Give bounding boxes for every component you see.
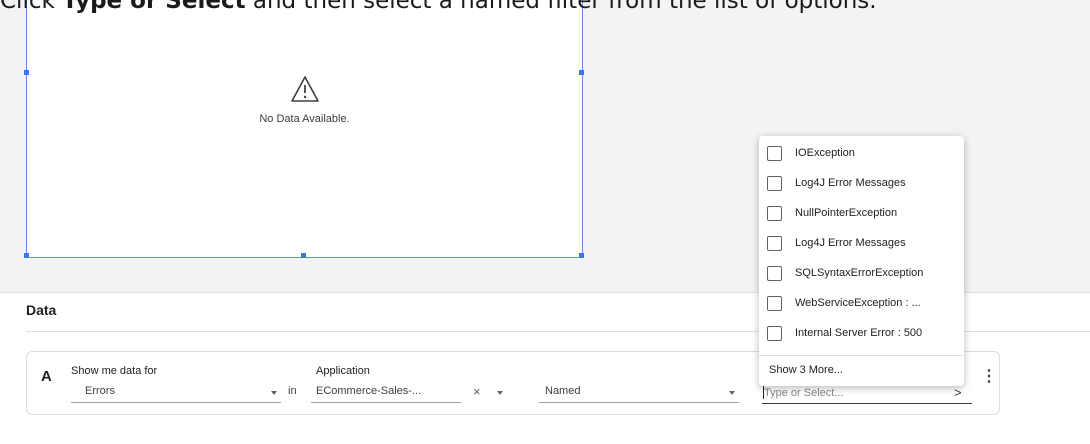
show-data-label: Show me data for <box>71 365 158 377</box>
checkbox[interactable] <box>767 205 782 221</box>
checkbox[interactable] <box>767 325 782 341</box>
text-cursor <box>763 386 764 399</box>
checkbox[interactable] <box>767 295 782 311</box>
no-data-text: No Data Available. <box>259 113 350 125</box>
checkbox[interactable] <box>767 175 782 191</box>
divider <box>759 355 964 356</box>
checkbox[interactable] <box>767 265 782 281</box>
resize-handle[interactable] <box>579 253 584 258</box>
no-data-placeholder: No Data Available. <box>27 75 582 125</box>
resize-handle[interactable] <box>301 253 306 258</box>
chevron-down-icon <box>729 391 735 395</box>
dropdown-option[interactable]: SQLSyntaxErrorException <box>767 263 923 283</box>
section-title: Data <box>26 302 57 318</box>
warning-icon <box>290 76 319 102</box>
resize-handle[interactable] <box>24 253 29 258</box>
dropdown-option[interactable]: NullPointerException <box>767 203 897 223</box>
more-options-icon[interactable]: ⋮ <box>981 366 997 386</box>
application-label: Application <box>316 365 370 377</box>
chevron-down-icon <box>271 391 277 395</box>
chevron-right-icon[interactable]: > <box>954 385 962 400</box>
data-type-value: Errors <box>85 385 115 397</box>
chevron-down-icon[interactable] <box>497 391 503 395</box>
data-type-select[interactable]: Errors <box>71 381 281 403</box>
in-label: in <box>288 385 297 397</box>
named-filter-dropdown: IOException Log4J Error Messages NullPoi… <box>759 136 964 386</box>
query-letter: A <box>41 368 52 385</box>
checkbox[interactable] <box>767 145 782 161</box>
show-more-link[interactable]: Show 3 More... <box>769 364 843 376</box>
filter-mode-select[interactable]: Named <box>539 381 739 403</box>
dropdown-option[interactable]: Internal Server Error : 500 <box>767 323 922 343</box>
application-value: ECommerce-Sales-... <box>316 385 422 397</box>
clear-icon[interactable]: × <box>473 384 481 399</box>
checkbox[interactable] <box>767 235 782 251</box>
filter-mode-value: Named <box>545 385 581 397</box>
application-select[interactable]: ECommerce-Sales-... <box>311 381 461 403</box>
dropdown-option[interactable]: Log4J Error Messages <box>767 173 906 193</box>
chart-widget[interactable]: No Data Available. <box>24 0 584 258</box>
instruction-text: Click Type or Select and then select a n… <box>0 0 877 14</box>
dropdown-option[interactable]: WebServiceException : ... <box>767 293 921 313</box>
dropdown-option[interactable]: IOException <box>767 143 855 163</box>
dropdown-option[interactable]: Log4J Error Messages <box>767 233 906 253</box>
